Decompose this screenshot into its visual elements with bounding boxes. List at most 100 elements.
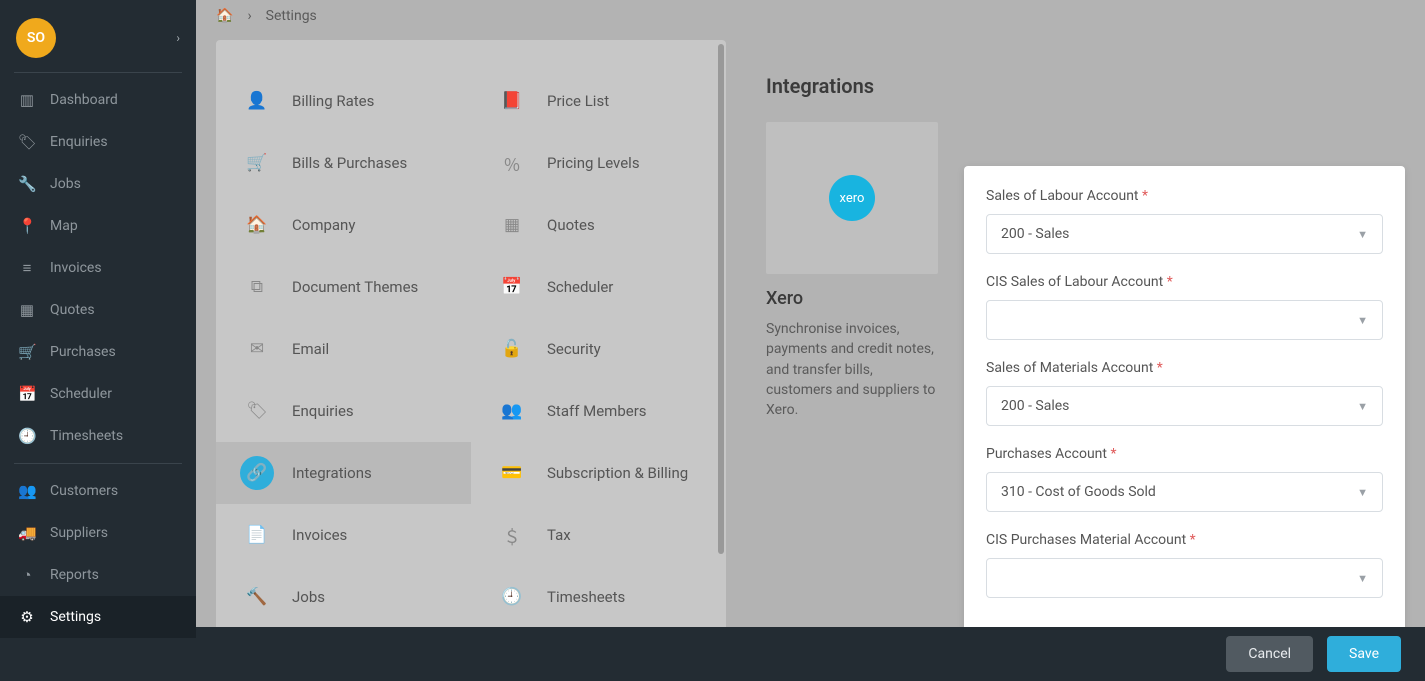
select-cis-purchases-material[interactable]: ▼ [986, 558, 1383, 598]
scheduler-icon: 📅 [18, 385, 36, 403]
settings-item-tax[interactable]: ＄Tax [471, 504, 726, 566]
panel-title: Integrations [766, 74, 1405, 98]
map-icon: 📍 [18, 217, 36, 235]
form-group-cis-purchases-material: CIS Purchases Material Account *▼ [986, 532, 1383, 598]
settings-item-label: Jobs [292, 588, 325, 606]
settings-item-settings-invoices[interactable]: 📄 Invoices [216, 504, 471, 566]
settings-item-bills-purchases[interactable]: 🛒Bills & Purchases [216, 132, 471, 194]
form-group-purchases-account: Purchases Account * 310 - Cost of Goods S… [986, 446, 1383, 512]
profile-header[interactable]: SO › [0, 0, 196, 66]
breadcrumb-current: Settings [266, 8, 317, 24]
select-value: 310 - Cost of Goods Sold [1001, 484, 1156, 500]
scrollbar[interactable] [718, 44, 724, 554]
settings-invoices-icon: 📄 [240, 518, 274, 552]
sidebar-item-map[interactable]: 📍Map [0, 205, 196, 247]
sidebar: SO › ▥Dashboard🏷Enquiries 🔧 Jobs 📍Map≡Invoi… [0, 0, 196, 681]
sidebar-item-invoices[interactable]: ≡Invoices [0, 247, 196, 289]
settings-item-integrations[interactable]: 🔗 Integrations [216, 442, 471, 504]
settings-item-label: Integrations [292, 464, 372, 482]
settings-item-settings-timesheets[interactable]: 🕘 Timesheets [471, 566, 726, 627]
xero-logo-icon: xero [829, 175, 875, 221]
pricing-levels-icon: ％ [495, 146, 529, 180]
settings-item-staff-members[interactable]: 👥Staff Members [471, 380, 726, 442]
integrations-icon: 🔗 [240, 456, 274, 490]
settings-item-label: Bills & Purchases [292, 154, 407, 172]
settings-menu-card: 👤Billing Rates🛒Bills & Purchases🏠Company… [216, 40, 726, 627]
sidebar-item-label: Reports [50, 567, 99, 583]
settings-item-billing-rates[interactable]: 👤Billing Rates [216, 70, 471, 132]
form-label: Sales of Materials Account * [986, 360, 1383, 376]
settings-item-label: Email [292, 340, 329, 358]
settings-item-subscription[interactable]: 💳Subscription & Billing [471, 442, 726, 504]
tax-icon: ＄ [495, 518, 529, 552]
form-label: Purchases Account * [986, 446, 1383, 462]
integration-card-xero[interactable]: xero Xero Synchronise invoices, payments… [766, 122, 938, 420]
sidebar-item-suppliers[interactable]: 🚚Suppliers [0, 512, 196, 554]
select-sales-materials[interactable]: 200 - Sales ▼ [986, 386, 1383, 426]
settings-item-settings-quotes[interactable]: ▦Quotes [471, 194, 726, 256]
select-value: 200 - Sales [1001, 226, 1069, 242]
sidebar-item-enquiries[interactable]: 🏷Enquiries [0, 121, 196, 163]
settings-item-email[interactable]: ✉ Email [216, 318, 471, 380]
chevron-right-icon: › [247, 8, 251, 24]
jobs-icon: 🔧 [18, 175, 36, 193]
required-indicator: * [1110, 446, 1116, 462]
settings-timesheets-icon: 🕘 [495, 580, 529, 614]
sidebar-item-purchases[interactable]: 🛒Purchases [0, 331, 196, 373]
sidebar-item-jobs[interactable]: 🔧 Jobs [0, 163, 196, 205]
settings-scheduler-icon: 📅 [495, 270, 529, 304]
form-label: CIS Sales of Labour Account * [986, 274, 1383, 290]
settings-item-document-themes[interactable]: ⧉ Document Themes [216, 256, 471, 318]
settings-item-label: Document Themes [292, 278, 418, 296]
chevron-right-icon: › [176, 31, 180, 45]
select-cis-sales-labour[interactable]: ▼ [986, 300, 1383, 340]
settings-item-security[interactable]: 🔓Security [471, 318, 726, 380]
xero-logo-tile: xero [766, 122, 938, 274]
settings-item-settings-enquiries[interactable]: 🏷 Enquiries [216, 380, 471, 442]
company-icon: 🏠 [240, 208, 274, 242]
settings-item-pricing-levels[interactable]: ％ Pricing Levels [471, 132, 726, 194]
settings-item-label: Pricing Levels [547, 154, 640, 172]
settings-item-label: Invoices [292, 526, 347, 544]
sidebar-item-label: Invoices [50, 260, 102, 276]
document-themes-icon: ⧉ [240, 270, 274, 304]
select-value: 200 - Sales [1001, 398, 1069, 414]
required-indicator: * [1167, 274, 1173, 290]
sidebar-item-timesheets[interactable]: 🕘Timesheets [0, 415, 196, 457]
divider [14, 463, 182, 464]
select-sales-labour[interactable]: 200 - Sales▼ [986, 214, 1383, 254]
settings-item-settings-jobs[interactable]: 🔨Jobs [216, 566, 471, 627]
sidebar-item-label: Settings [50, 609, 101, 625]
required-indicator: * [1190, 532, 1196, 548]
email-icon: ✉ [240, 332, 274, 366]
settings-icon: ⚙ [18, 608, 36, 626]
settings-item-label: Enquiries [292, 402, 354, 420]
sidebar-item-label: Dashboard [50, 92, 118, 108]
required-indicator: * [1142, 188, 1148, 204]
settings-item-price-list[interactable]: 📕Price List [471, 70, 726, 132]
chevron-down-icon: ▼ [1357, 400, 1368, 413]
settings-item-label: Timesheets [547, 588, 625, 606]
select-purchases-account[interactable]: 310 - Cost of Goods Sold▼ [986, 472, 1383, 512]
settings-quotes-icon: ▦ [495, 208, 529, 242]
sidebar-item-label: Jobs [50, 176, 81, 192]
settings-item-settings-scheduler[interactable]: 📅 Scheduler [471, 256, 726, 318]
cancel-button[interactable]: Cancel [1226, 636, 1313, 672]
settings-enquiries-icon: 🏷 [240, 394, 274, 428]
sidebar-item-label: Timesheets [50, 428, 123, 444]
sidebar-item-quotes[interactable]: ▦Quotes [0, 289, 196, 331]
settings-item-label: Scheduler [547, 278, 613, 296]
sidebar-item-reports[interactable]: ◔ Reports [0, 554, 196, 596]
save-button[interactable]: Save [1327, 636, 1401, 672]
reports-icon: ◔ [18, 566, 36, 584]
form-group-sales-materials: Sales of Materials Account * 200 - Sales ▼ [986, 360, 1383, 426]
sidebar-item-scheduler[interactable]: 📅 Scheduler [0, 373, 196, 415]
footer-bar: Cancel Save [196, 627, 1425, 681]
sidebar-item-customers[interactable]: 👥Customers [0, 470, 196, 512]
sidebar-item-settings[interactable]: ⚙ Settings [0, 596, 196, 638]
sidebar-item-label: Scheduler [50, 386, 112, 402]
home-icon[interactable]: 🏠 [216, 8, 233, 24]
sidebar-item-dashboard[interactable]: ▥Dashboard [0, 79, 196, 121]
settings-item-company[interactable]: 🏠Company [216, 194, 471, 256]
integration-name: Xero [766, 288, 938, 309]
